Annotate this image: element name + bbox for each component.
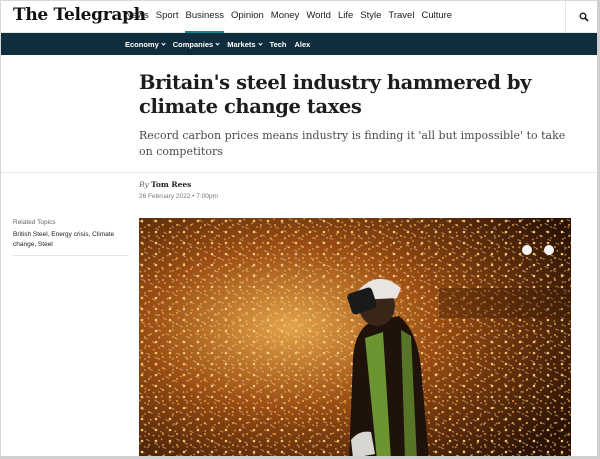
subnav-alex[interactable]: Alex [295, 40, 311, 49]
topnav-culture[interactable]: Culture [421, 1, 452, 33]
topnav-opinion[interactable]: Opinion [231, 1, 264, 33]
topnav-life[interactable]: Life [338, 1, 353, 33]
hero-image [139, 218, 571, 456]
steelworker-sparks-photo [139, 218, 571, 456]
chevron-down-icon [257, 40, 263, 46]
topnav-sport[interactable]: Sport [156, 1, 179, 33]
subnav-economy[interactable]: Economy [125, 40, 166, 49]
topnav-business[interactable]: Business [185, 1, 225, 33]
chevron-down-icon [161, 40, 166, 46]
divider [1, 172, 597, 173]
related-topics-title: Related Topics [13, 219, 56, 226]
search-button[interactable] [565, 1, 597, 33]
topnav-world[interactable]: World [306, 1, 331, 33]
chevron-down-icon [215, 40, 220, 46]
topnav-money[interactable]: Money [271, 1, 300, 33]
topnav-style[interactable]: Style [360, 1, 381, 33]
top-navigation: News Sport Business Opinion Money World … [125, 1, 459, 33]
divider [13, 255, 129, 256]
topnav-news[interactable]: News [125, 1, 149, 33]
subnav-tech[interactable]: Tech [270, 40, 287, 49]
publish-date: 26 February 2022 • 7:00pm [139, 193, 218, 200]
section-subnav: Economy Companies Markets Tech Alex [1, 33, 597, 55]
masthead: The Telegraph News Sport Business Opinio… [1, 1, 597, 33]
related-topics: Related Topics British Steel, Energy cri… [13, 219, 129, 256]
topnav-travel[interactable]: Travel [388, 1, 414, 33]
article-standfirst: Record carbon prices means industry is f… [139, 129, 566, 158]
byline-prefix: By [139, 180, 149, 189]
article-headline: Britain's steel industry hammered by cli… [139, 71, 532, 118]
search-icon [579, 12, 589, 22]
page-frame: The Telegraph News Sport Business Opinio… [0, 0, 600, 459]
related-topics-links[interactable]: British Steel, Energy crisis, Climate ch… [13, 230, 129, 250]
author-link[interactable]: Tom Rees [151, 180, 191, 189]
subnav-markets[interactable]: Markets [227, 40, 263, 49]
byline: By Tom Rees [139, 180, 191, 189]
subnav-companies[interactable]: Companies [173, 40, 220, 49]
